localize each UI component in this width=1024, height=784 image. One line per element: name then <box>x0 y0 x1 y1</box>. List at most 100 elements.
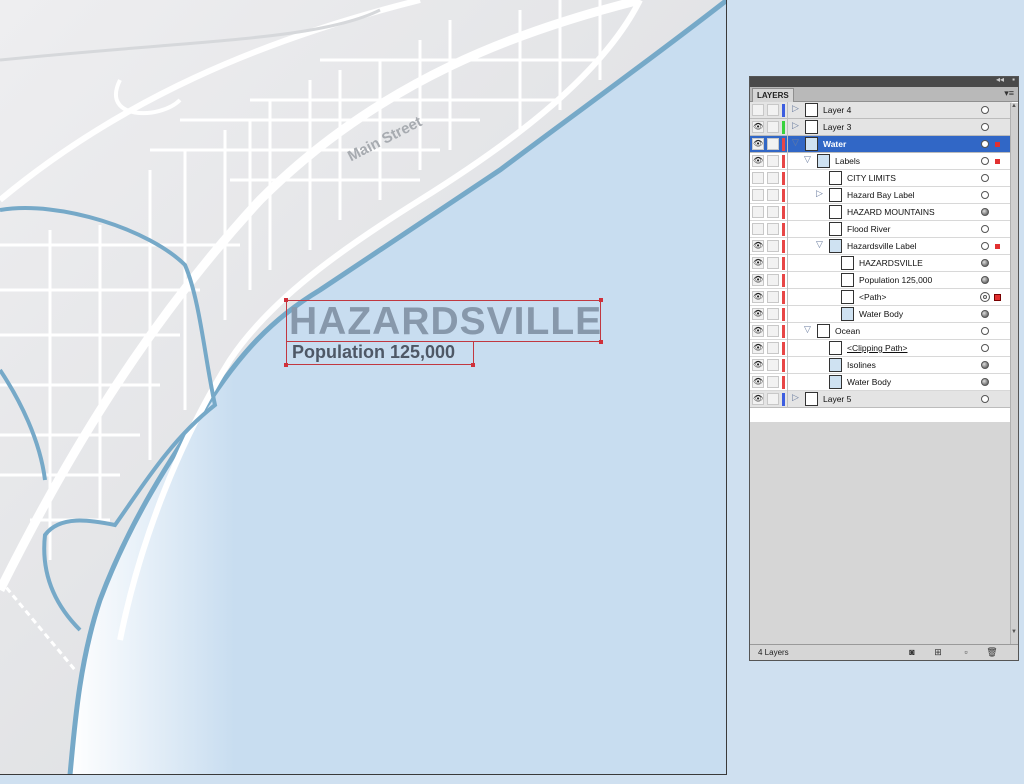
panel-menu-icon[interactable]: ▾≡ <box>1004 88 1014 99</box>
visibility-toggle[interactable]: 👁 <box>752 138 764 150</box>
visibility-toggle[interactable]: 👁 <box>752 393 764 405</box>
visibility-toggle[interactable]: 👁 <box>752 155 764 167</box>
close-icon[interactable]: ▪ <box>1012 75 1015 84</box>
target-circle-icon[interactable] <box>981 395 989 403</box>
layer-row[interactable]: 👁 Water Body <box>750 374 1012 391</box>
selection-handle[interactable] <box>284 363 288 367</box>
layer-row[interactable]: 👁 Isolines <box>750 357 1012 374</box>
lock-toggle[interactable] <box>767 274 779 286</box>
layer-name[interactable]: Water Body <box>859 309 903 319</box>
expand-triangle-closed-icon[interactable]: ▷ <box>792 103 799 114</box>
trash-icon[interactable]: 🗑 <box>986 647 998 658</box>
target-circle-icon[interactable] <box>981 174 989 182</box>
lock-toggle[interactable] <box>767 393 779 405</box>
layer-name[interactable]: Layer 3 <box>823 122 851 132</box>
layer-name[interactable]: <Clipping Path> <box>847 343 908 353</box>
layer-row[interactable]: HAZARD MOUNTAINS <box>750 204 1012 221</box>
population-label[interactable]: Population 125,000 <box>292 342 455 362</box>
target-circle-icon[interactable] <box>981 344 989 352</box>
layer-row[interactable]: 👁 <Clipping Path> <box>750 340 1012 357</box>
visibility-toggle[interactable] <box>752 104 764 116</box>
visibility-toggle[interactable]: 👁 <box>752 291 764 303</box>
visibility-toggle[interactable]: 👁 <box>752 121 764 133</box>
lock-toggle[interactable] <box>767 325 779 337</box>
tab-layers[interactable]: LAYERS <box>752 88 794 102</box>
expand-triangle-closed-icon[interactable]: ▷ <box>816 188 823 199</box>
lock-toggle[interactable] <box>767 223 779 235</box>
target-circle-icon[interactable] <box>981 140 989 148</box>
lock-toggle[interactable] <box>767 291 779 303</box>
create-sublayer-icon[interactable]: ⊞ <box>932 647 944 658</box>
layer-row[interactable]: Flood River <box>750 221 1012 238</box>
create-layer-icon[interactable]: ▫ <box>960 647 972 658</box>
target-circle-icon[interactable] <box>981 242 989 250</box>
lock-toggle[interactable] <box>767 257 779 269</box>
lock-toggle[interactable] <box>767 308 779 320</box>
layer-row[interactable]: 👁 HAZARDSVILLE <box>750 255 1012 272</box>
target-circle-icon[interactable] <box>981 106 989 114</box>
layer-name[interactable]: Water <box>823 139 846 149</box>
target-circle-icon[interactable] <box>981 259 989 267</box>
target-circle-icon[interactable] <box>981 225 989 233</box>
visibility-toggle[interactable]: 👁 <box>752 376 764 388</box>
layer-name[interactable]: HAZARDSVILLE <box>859 258 923 268</box>
layer-name[interactable]: Hazardsville Label <box>847 241 916 251</box>
visibility-toggle[interactable]: 👁 <box>752 325 764 337</box>
expand-triangle-open-icon[interactable]: ▽ <box>816 239 823 250</box>
layer-name[interactable]: CITY LIMITS <box>847 173 896 183</box>
target-circle-icon[interactable] <box>981 208 989 216</box>
selected-art-indicator[interactable] <box>995 244 1000 249</box>
visibility-toggle[interactable]: 👁 <box>752 342 764 354</box>
target-circle-icon[interactable] <box>981 276 989 284</box>
lock-toggle[interactable] <box>767 189 779 201</box>
expand-triangle-closed-icon[interactable]: ▷ <box>792 392 799 403</box>
lock-toggle[interactable] <box>767 342 779 354</box>
expand-triangle-open-icon[interactable]: ▽ <box>792 137 799 148</box>
layer-name[interactable]: Layer 4 <box>823 105 851 115</box>
visibility-toggle[interactable]: 👁 <box>752 359 764 371</box>
scroll-up-icon[interactable]: ▲ <box>1011 103 1017 109</box>
expand-triangle-open-icon[interactable]: ▽ <box>804 154 811 165</box>
lock-toggle[interactable] <box>767 121 779 133</box>
selected-art-indicator[interactable] <box>995 142 1000 147</box>
layer-row[interactable]: 👁 Water Body <box>750 306 1012 323</box>
layer-name[interactable]: Flood River <box>847 224 890 234</box>
visibility-toggle[interactable]: 👁 <box>752 240 764 252</box>
target-circle-icon[interactable] <box>981 378 989 386</box>
layer-name[interactable]: Isolines <box>847 360 876 370</box>
layer-name[interactable]: Labels <box>835 156 860 166</box>
layer-row[interactable]: ▷ Hazard Bay Label <box>750 187 1012 204</box>
visibility-toggle[interactable] <box>752 206 764 218</box>
target-circle-icon[interactable] <box>981 123 989 131</box>
expand-triangle-open-icon[interactable]: ▽ <box>804 324 811 335</box>
selection-handle[interactable] <box>284 298 288 302</box>
lock-toggle[interactable] <box>767 206 779 218</box>
selected-art-indicator[interactable] <box>995 159 1000 164</box>
lock-toggle[interactable] <box>767 155 779 167</box>
lock-toggle[interactable] <box>767 376 779 388</box>
layer-name[interactable]: Layer 5 <box>823 394 851 404</box>
double-chevron-icon[interactable]: ◂◂ <box>996 75 1004 84</box>
layer-row[interactable]: 👁 ▽ Labels <box>750 153 1012 170</box>
layer-row[interactable]: 👁 Population 125,000 <box>750 272 1012 289</box>
layer-row[interactable]: 👁 ▽ Ocean <box>750 323 1012 340</box>
lock-toggle[interactable] <box>767 172 779 184</box>
visibility-toggle[interactable] <box>752 189 764 201</box>
lock-toggle[interactable] <box>767 104 779 116</box>
target-circle-icon[interactable] <box>980 292 990 302</box>
layer-row[interactable]: ▷ Layer 4 <box>750 102 1012 119</box>
visibility-toggle[interactable]: 👁 <box>752 308 764 320</box>
layer-row[interactable]: 👁 ▽ Hazardsville Label <box>750 238 1012 255</box>
panel-scrollbar[interactable] <box>1010 103 1018 658</box>
target-circle-icon[interactable] <box>981 157 989 165</box>
selected-art-indicator[interactable] <box>994 294 1001 301</box>
lock-toggle[interactable] <box>767 240 779 252</box>
layer-name[interactable]: Population 125,000 <box>859 275 932 285</box>
layer-name[interactable]: Water Body <box>847 377 891 387</box>
expand-triangle-closed-icon[interactable]: ▷ <box>792 120 799 131</box>
layer-name[interactable]: <Path> <box>859 292 886 302</box>
lock-toggle[interactable] <box>767 138 779 150</box>
visibility-toggle[interactable] <box>752 223 764 235</box>
artboard-canvas[interactable]: Main Street HAZARDSVILLE Population 125,… <box>0 0 727 775</box>
city-title-label[interactable]: HAZARDSVILLE <box>289 300 602 344</box>
